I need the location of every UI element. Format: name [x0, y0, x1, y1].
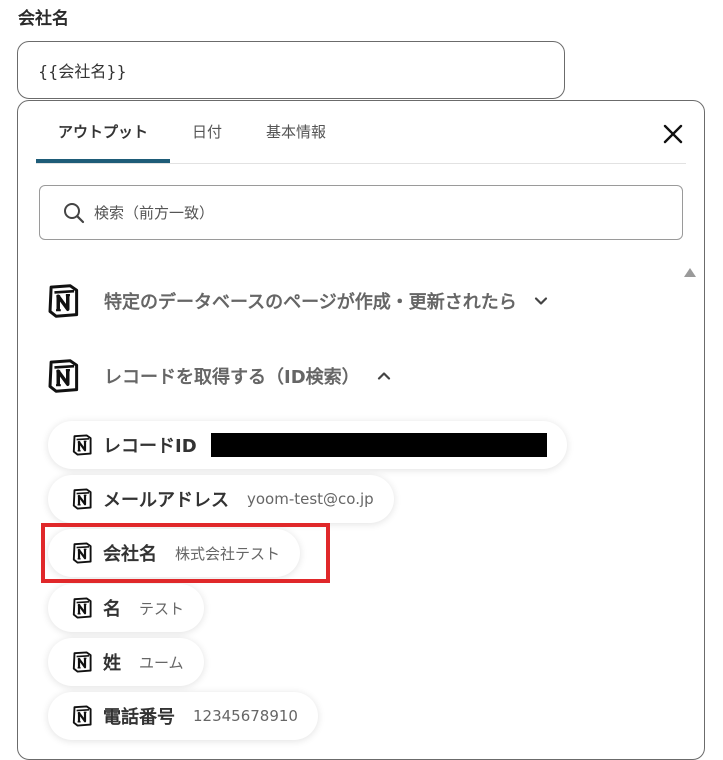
output-chip-company-name[interactable]: 会社名 株式会社テスト [48, 529, 301, 577]
output-chip-record-id[interactable]: レコードID [48, 421, 567, 469]
notion-icon [70, 704, 94, 728]
chip-value: ユーム [139, 653, 184, 672]
tab-date[interactable]: 日付 [170, 101, 244, 163]
chip-name: 姓 [103, 653, 121, 674]
section-title: 特定のデータベースのページが作成・更新されたら [104, 292, 517, 313]
notion-icon [70, 433, 94, 457]
chip-value: 12345678910 [193, 707, 298, 725]
chip-value: yoom-test@co.jp [247, 490, 374, 508]
section-page-created-updated[interactable]: 特定のデータベースのページが作成・更新されたら [44, 282, 549, 320]
output-chip-first-name[interactable]: 名 テスト [48, 584, 205, 632]
chip-name: 名 [103, 599, 121, 620]
notion-icon [44, 282, 82, 320]
chevron-up-icon [377, 372, 390, 380]
chevron-down-icon [534, 297, 547, 305]
redacted-value [210, 433, 547, 457]
notion-icon [70, 541, 94, 565]
chip-name: 会社名 [103, 544, 157, 565]
company-name-input[interactable]: {{会社名}} [17, 41, 565, 99]
chip-name: メールアドレス [103, 490, 229, 511]
notion-icon [70, 650, 94, 674]
chip-value: テスト [139, 599, 185, 618]
search-box [39, 185, 683, 240]
output-chip-last-name[interactable]: 姓 ユーム [48, 638, 204, 686]
tab-basic-info[interactable]: 基本情報 [244, 101, 348, 163]
tab-output[interactable]: アウトプット [36, 101, 171, 163]
search-icon [64, 202, 85, 223]
notion-icon [70, 596, 94, 620]
notion-icon [44, 357, 82, 395]
company-name-label: 会社名 [18, 9, 69, 29]
close-button[interactable] [658, 119, 688, 149]
tab-bar: アウトプット 日付 基本情報 [36, 101, 348, 163]
chip-value: 株式会社テスト [175, 544, 281, 563]
section-get-record-by-id[interactable]: レコードを取得する（ID検索） [44, 357, 392, 395]
tab-divider [36, 163, 686, 164]
scroll-up-arrow[interactable] [684, 268, 696, 277]
notion-icon [70, 487, 94, 511]
variable-picker-panel: アウトプット 日付 基本情報 特定のデータベースのページが作成・更新されたら レ… [17, 100, 705, 760]
output-chip-email[interactable]: メールアドレス yoom-test@co.jp [48, 475, 394, 523]
output-chip-phone[interactable]: 電話番号 12345678910 [48, 692, 318, 740]
section-title: レコードを取得する（ID検索） [104, 367, 360, 388]
company-name-input-value: {{会社名}} [38, 62, 127, 81]
search-input[interactable] [92, 202, 636, 223]
chip-name: レコードID [103, 436, 197, 457]
close-icon [663, 124, 683, 144]
chip-name: 電話番号 [103, 707, 175, 728]
